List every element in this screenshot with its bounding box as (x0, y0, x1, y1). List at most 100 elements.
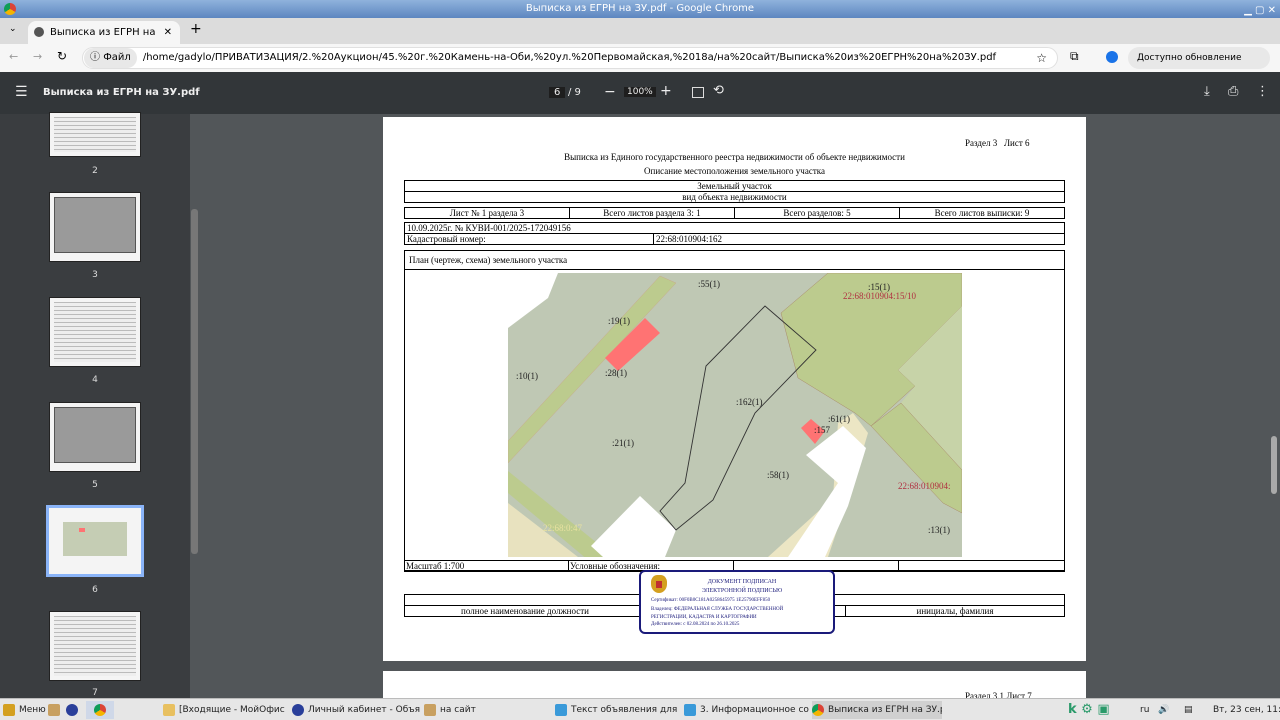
reload-icon[interactable]: ↻ (57, 49, 67, 63)
taskbar-item-label: 3. Информационное соо... (700, 705, 809, 715)
more-icon[interactable]: ⋮ (1256, 84, 1269, 99)
menu-icon[interactable]: ☰ (15, 84, 28, 100)
rotate-icon[interactable]: ⟲ (713, 83, 724, 98)
taskbar-item-label: Выписка из ЕГРН на ЗУ.pd... (828, 705, 942, 715)
page-number-input[interactable]: 6 (549, 87, 566, 98)
cadastral-map: :55(1) :15(1) :19(1) :28(1) :10(1) :162(… (508, 273, 962, 557)
pdf-toolbar: ☰ Выписка из ЕГРН на ЗУ.pdf 6 / 9 − 100%… (0, 72, 1280, 114)
url-text: /home/gadylo/ПРИВАТИЗАЦИЯ/2.%20Аукцион/4… (142, 52, 997, 63)
file-chip-label: Файл (103, 52, 131, 63)
start-menu-button[interactable]: Меню (3, 701, 46, 719)
quicklaunch-chrome[interactable] (86, 701, 114, 719)
map-label: :21(1) (612, 438, 634, 448)
taskbar-item-label: Личный кабинет - Объяв... (308, 705, 420, 715)
thumbnail-page-7[interactable] (49, 611, 141, 681)
profile-icon[interactable] (1106, 51, 1118, 63)
volume-icon[interactable]: 🔊 (1158, 701, 1169, 719)
taskbar-item-label: на сайт (440, 705, 476, 715)
new-tab-button[interactable]: + (190, 21, 202, 37)
stamp-owner: РЕГИСТРАЦИИ, КАДАСТРА И КАРТОГРАФИИ (651, 615, 757, 620)
map-label: :13(1) (928, 525, 950, 535)
thumbnail-sidebar: 2 3 4 5 6 7 (0, 112, 198, 698)
tab-active[interactable]: Выписка из ЕГРН на ЗУ.pdf ✕ (28, 21, 180, 61)
sidebar-scrollbar[interactable] (191, 209, 198, 554)
address-bar[interactable]: ⓘ Файл/home/gadylo/ПРИВАТИЗАЦИЯ/2.%20Аук… (82, 47, 1058, 69)
map-label: 22:68:0:47 (543, 523, 583, 533)
taskbar-item[interactable]: 3. Информационное соо... (684, 701, 809, 719)
map-label: 22:68:010904: (898, 481, 951, 491)
fit-page-icon[interactable] (692, 87, 704, 98)
map-label: :55(1) (698, 279, 720, 289)
file-chip[interactable]: ⓘ Файл (84, 48, 137, 68)
taskbar-item[interactable]: на сайт (424, 701, 544, 719)
page-total: / 9 (568, 87, 581, 98)
zoom-input[interactable]: 100% (624, 87, 656, 97)
object-type: Земельный участок (405, 181, 1064, 192)
print-icon[interactable]: ⎙ (1228, 84, 1238, 99)
thumbnail-page-3[interactable] (49, 192, 141, 262)
keyboard-layout[interactable]: ru (1140, 701, 1149, 719)
sheet-cell: Всего листов выписки: 9 (934, 208, 1030, 218)
thumbnail-label: 3 (92, 270, 98, 280)
quicklaunch-files[interactable] (48, 701, 64, 719)
thumbnail-page-6[interactable] (46, 505, 144, 577)
extensions-icon[interactable]: ⧉ (1070, 49, 1079, 64)
object-box: Земельный участок вид объекта недвижимос… (404, 180, 1065, 203)
window-titlebar: Выписка из ЕГРН на ЗУ.pdf - Google Chrom… (0, 0, 1280, 18)
navigation-bar: ← → ↻ ⓘ Файл/home/gadylo/ПРИВАТИЗАЦИЯ/2.… (0, 44, 1280, 85)
stamp-cert: Сертификат: 00F0B0C181A0258645975 1E2579… (651, 598, 771, 603)
pdf-title: Выписка из ЕГРН на ЗУ.pdf (43, 87, 200, 98)
thumbnail-label: 2 (92, 166, 98, 176)
taskbar-item[interactable]: Личный кабинет - Объяв... (292, 701, 420, 719)
map-label: :58(1) (767, 470, 789, 480)
stamp-valid: Действителен: с 02.08.2024 по 26.10.2025 (651, 622, 740, 627)
tray-icons[interactable]: k ⚙ ▣ (1068, 701, 1110, 719)
stamp-owner: Владелец: ФЕДЕРАЛЬНАЯ СЛУЖБА ГОСУДАРСТВЕ… (651, 607, 784, 612)
network-icon[interactable]: ▤ (1184, 701, 1193, 719)
map-label: :10(1) (516, 371, 538, 381)
plan-label: План (чертеж, схема) земельного участка (405, 251, 1064, 270)
main-scrollbar[interactable] (1271, 436, 1277, 494)
pdf-page-7: Раздел 3.1 Лист 7 (383, 671, 1086, 701)
quicklaunch-yandex[interactable] (66, 701, 82, 719)
map-label: :162(1) (736, 397, 763, 407)
document-title: Выписка из Единого государственного реес… (564, 152, 905, 162)
map-label: 22:68:010904:15/10 (843, 291, 917, 301)
thumbnail-label: 4 (92, 375, 98, 385)
sheet-cell: Всего разделов: 5 (735, 208, 900, 218)
chrome-logo-icon (4, 3, 16, 15)
cadastral-value: 22:68:010904:162 (656, 234, 723, 244)
map-label: :157 (814, 425, 831, 435)
taskbar-item-label: [Входящие - МойОфис По... (179, 705, 288, 715)
coat-of-arms-icon (651, 575, 667, 593)
sheet-cell: Всего листов раздела 3: 1 (570, 208, 735, 218)
object-caption: вид объекта недвижимости (682, 192, 787, 202)
cadastral-label: Кадастровый номер: (405, 234, 654, 244)
update-chrome-button[interactable]: Доступно обновление Chrome ⋮ (1128, 47, 1270, 85)
forward-icon[interactable]: → (33, 50, 42, 63)
taskbar-item[interactable]: [Входящие - МойОфис По... (163, 701, 288, 719)
download-icon[interactable]: ⤓ (1204, 84, 1210, 99)
pdf-page-6: Раздел 3 Лист 6 Выписка из Единого госуд… (383, 117, 1086, 661)
zoom-out-button[interactable]: − (604, 84, 616, 100)
page-header-right: Раздел 3 Лист 6 (965, 138, 1030, 148)
tab-list-chevron-icon[interactable]: ⌄ (9, 24, 17, 34)
map-label: :61(1) (828, 414, 850, 424)
document-subtitle: Описание местоположения земельного участ… (644, 166, 825, 176)
zoom-in-button[interactable]: + (660, 83, 672, 99)
taskbar-item-active[interactable]: Выписка из ЕГРН на ЗУ.pd... (812, 701, 942, 719)
close-tab-icon[interactable]: ✕ (164, 21, 172, 44)
thumbnail-page-4[interactable] (49, 297, 141, 367)
thumbnail-page-5[interactable] (49, 402, 141, 472)
map-label: :28(1) (605, 368, 627, 378)
taskbar-item[interactable]: Текст объявления для ЦИ... (555, 701, 680, 719)
bookmark-star-icon[interactable]: ☆ (1036, 48, 1047, 68)
thumbnail-label: 5 (92, 480, 98, 490)
scale-label: Масштаб 1:700 (405, 561, 569, 571)
sheet-row: Лист № 1 раздела 3 Всего листов раздела … (404, 207, 1065, 219)
thumbnail-page-2[interactable] (49, 112, 141, 157)
clock[interactable]: Вт, 23 сен, 11:36 (1213, 701, 1280, 719)
thumbnail-label: 7 (92, 688, 98, 698)
back-icon[interactable]: ← (9, 50, 18, 63)
cadastral-box: 10.09.2025г. № КУВИ-001/2025-172049156 К… (404, 222, 1065, 245)
